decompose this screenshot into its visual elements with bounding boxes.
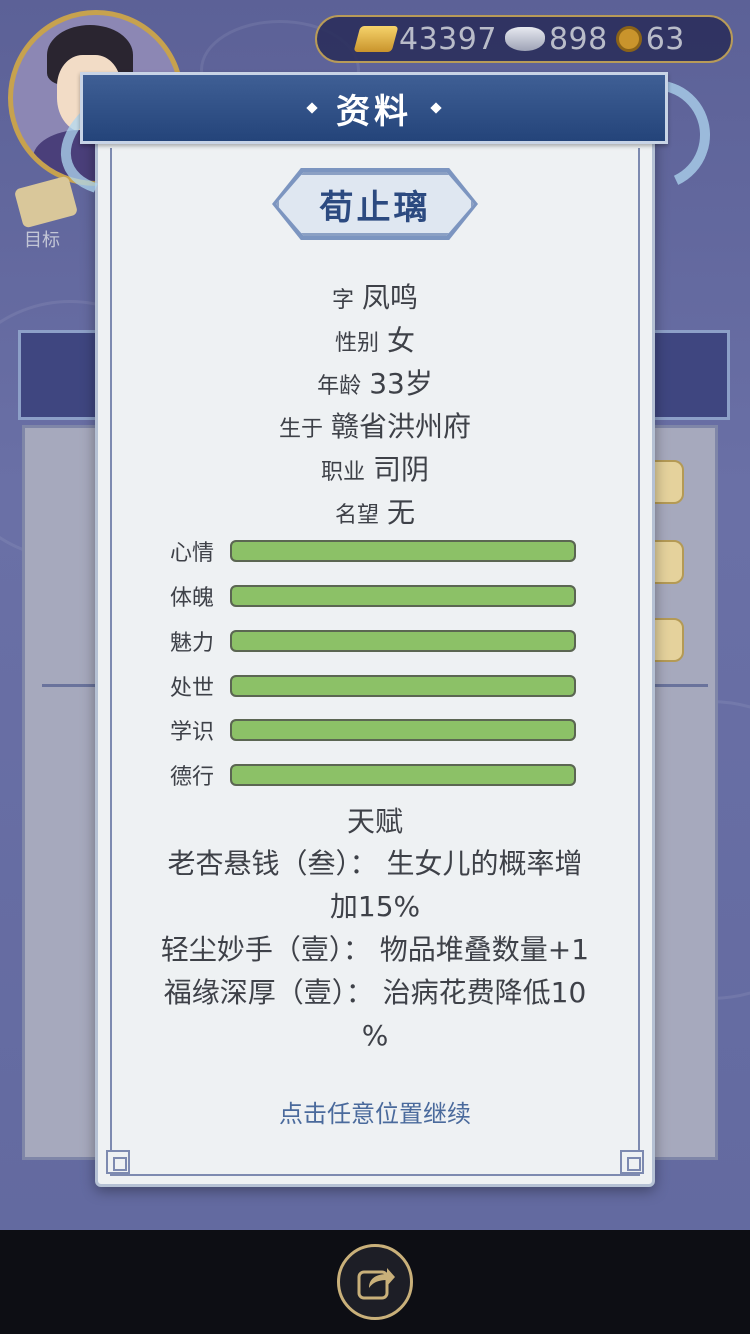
info-row-age: 年龄 33岁 xyxy=(95,362,655,402)
info-value: 女 xyxy=(387,324,416,357)
talent-line: % xyxy=(361,1019,389,1052)
share-button[interactable] xyxy=(337,1244,413,1320)
stat-label: 体魄 xyxy=(170,586,215,611)
frame-corner-ornament xyxy=(620,1150,644,1174)
talent-line: 加15% xyxy=(329,890,421,923)
info-key: 年龄 xyxy=(317,374,362,399)
silver-count: 898 xyxy=(548,21,608,57)
stat-bar xyxy=(230,719,576,741)
talent-item: 福缘深厚（壹）： 治病花费降低10 % xyxy=(135,971,615,1057)
talent-line: 老杏悬钱（叁）： 生女儿的概率增 xyxy=(167,847,583,880)
stat-row-virtue: 德行 xyxy=(170,760,590,790)
name-plate: 荀止璃 xyxy=(276,172,474,236)
stat-label: 处世 xyxy=(170,676,215,701)
talent-item: 轻尘妙手（壹）： 物品堆叠数量+1 xyxy=(135,928,615,971)
stat-row-knowledge: 学识 xyxy=(170,715,590,745)
info-key: 生于 xyxy=(278,417,323,442)
stat-label: 魅力 xyxy=(170,631,215,656)
stat-row-mood: 心情 xyxy=(170,536,590,566)
talent-item: 老杏悬钱（叁）： 生女儿的概率增 加15% xyxy=(135,842,615,928)
info-row-occupation: 职业 司阴 xyxy=(95,448,655,488)
stat-row-charm: 魅力 xyxy=(170,626,590,656)
stat-bar xyxy=(230,630,576,652)
info-value: 司阴 xyxy=(373,453,430,486)
coin-count: 63 xyxy=(645,21,685,57)
info-key: 性别 xyxy=(334,331,379,356)
talent-line: 福缘深厚（壹）： 治病花费降低10 xyxy=(163,976,587,1009)
frame-corner-ornament xyxy=(106,1150,130,1174)
stat-bar xyxy=(230,540,576,562)
goal-label[interactable]: 目标 xyxy=(24,226,60,252)
stat-label: 心情 xyxy=(170,541,215,566)
info-key: 名望 xyxy=(334,503,379,528)
stat-bar-fill xyxy=(232,766,574,784)
stat-label: 学识 xyxy=(170,720,215,745)
dialog-title: 资料 xyxy=(336,91,412,132)
info-value: 凤鸣 xyxy=(362,281,419,314)
stat-bar xyxy=(230,585,576,607)
info-value: 33岁 xyxy=(369,367,433,400)
gold-count: 43397 xyxy=(399,21,497,57)
stat-bar xyxy=(230,764,576,786)
info-row-birthplace: 生于 赣省洪州府 xyxy=(95,405,655,445)
continue-hint[interactable]: 点击任意位置继续 xyxy=(95,1094,655,1129)
stat-bar-fill xyxy=(232,677,574,695)
info-row-style-name: 字凤鸣 xyxy=(95,276,655,316)
character-name: 荀止璃 xyxy=(319,187,431,228)
stat-bar xyxy=(230,675,576,697)
stat-bar-fill xyxy=(232,587,574,605)
stat-bar-fill xyxy=(232,721,574,739)
stat-label: 德行 xyxy=(170,765,215,790)
stat-bar-fill xyxy=(232,542,574,560)
info-row-gender: 性别女 xyxy=(95,319,655,359)
diamond-ornament-icon xyxy=(306,102,318,114)
goal-scroll-icon[interactable] xyxy=(13,175,79,229)
info-value: 赣省洪州府 xyxy=(331,410,472,443)
gold-ingot-icon xyxy=(353,26,399,52)
resource-bar: 43397 898 63 xyxy=(315,15,733,63)
talent-section-title: 天赋 xyxy=(346,805,403,838)
info-value: 无 xyxy=(387,496,416,529)
stat-bar-fill xyxy=(232,632,574,650)
dialog-title-banner: 资料 xyxy=(80,72,668,144)
share-icon xyxy=(357,1268,395,1300)
stat-row-physique: 体魄 xyxy=(170,581,590,611)
info-row-reputation: 名望无 xyxy=(95,491,655,531)
silver-ingot-icon xyxy=(504,27,545,51)
talent-line: 轻尘妙手（壹）： 物品堆叠数量+1 xyxy=(160,933,590,966)
diamond-ornament-icon xyxy=(430,102,442,114)
copper-coin-icon xyxy=(615,26,642,52)
stat-row-social: 处世 xyxy=(170,671,590,701)
info-key: 字 xyxy=(331,288,354,313)
info-key: 职业 xyxy=(320,460,365,485)
